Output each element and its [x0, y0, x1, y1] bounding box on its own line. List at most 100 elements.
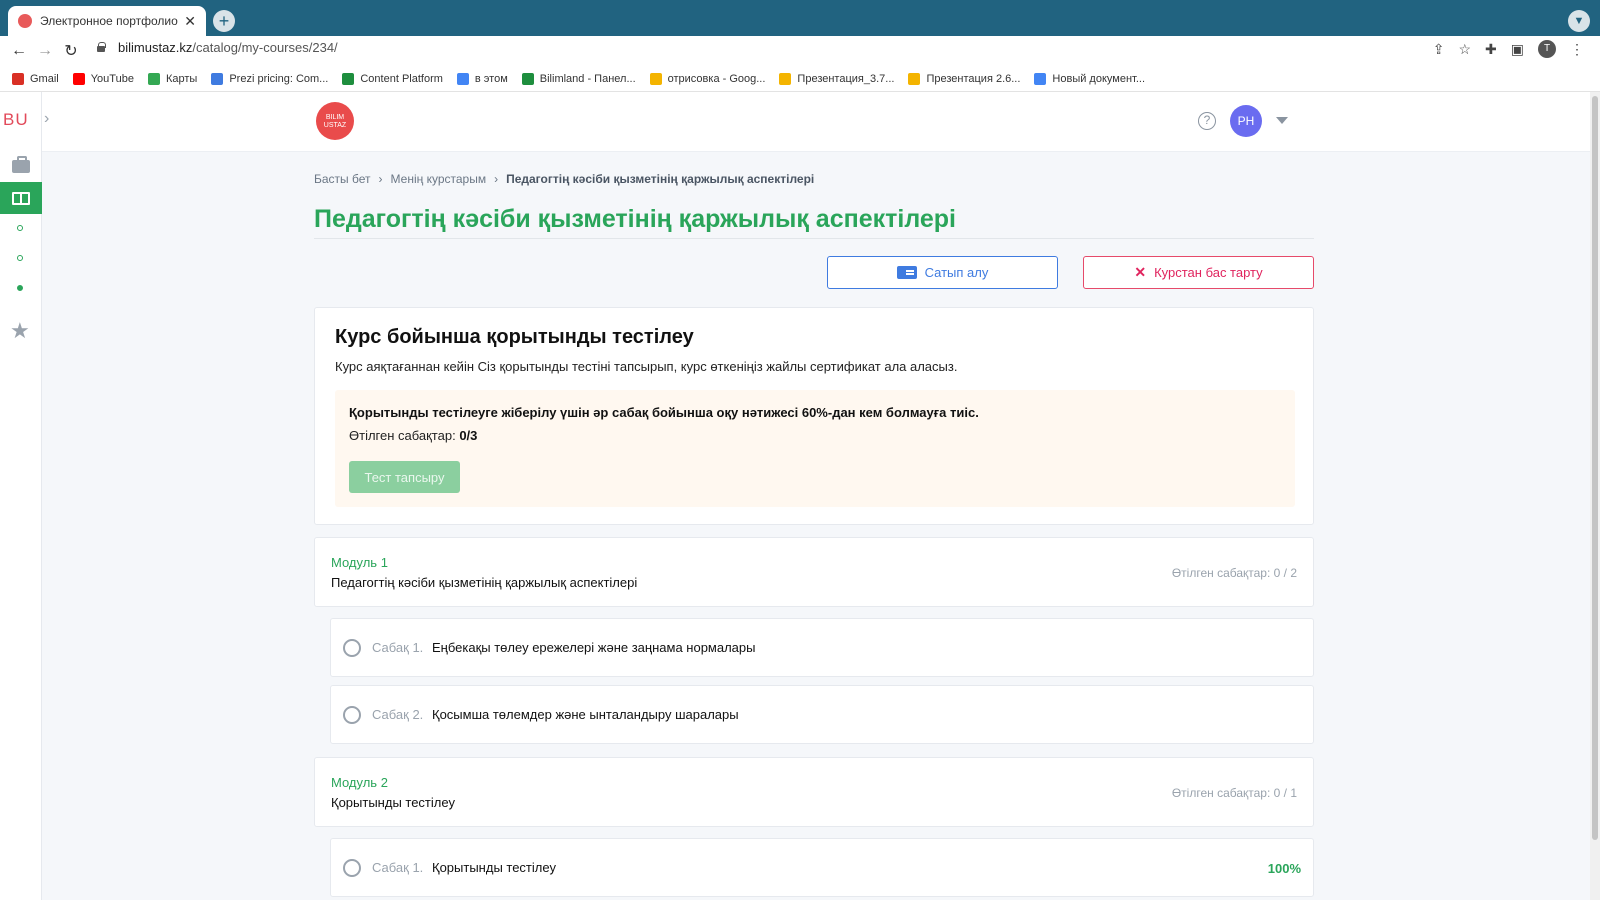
module-name: Педагогтің кәсіби қызметінің қаржылық ас… — [331, 575, 638, 590]
scrollbar-thumb[interactable] — [1592, 96, 1598, 840]
breadcrumb-home[interactable]: Басты бет — [314, 172, 371, 186]
bookmark-item[interactable]: Презентация 2.6... — [908, 72, 1021, 85]
final-test-description: Курс аяқтағаннан кейін Сіз қорытынды тес… — [335, 359, 958, 374]
browser-tab[interactable]: Электронное портфолио. Пор ✕ — [8, 6, 206, 36]
bookmarks-bar: Gmail YouTube Карты Prezi pricing: Com... Co… — [0, 66, 1600, 92]
bookmark-item[interactable]: отрисовка - Goog... — [649, 72, 766, 85]
lesson-number: Сабақ 1. — [372, 640, 424, 655]
bookmark-item[interactable]: Gmail — [12, 72, 59, 85]
sidebar-item-courses[interactable] — [0, 182, 42, 214]
lesson-score: 100% — [1267, 861, 1301, 876]
lesson-status-radio[interactable] — [343, 706, 361, 724]
cancel-course-button[interactable]: ✕ Курстан бас тарту — [1083, 256, 1314, 289]
sidebar-expand-chevron-icon[interactable]: › — [44, 110, 49, 128]
user-menu-chevron-icon[interactable] — [1276, 117, 1288, 124]
lesson-row[interactable]: Сабақ 1. Қорытынды тестілеу 100% — [330, 838, 1314, 897]
site-favicon-icon — [18, 14, 32, 28]
forward-icon[interactable]: → — [32, 42, 58, 60]
reload-icon[interactable]: ↻ — [58, 41, 84, 61]
sidebar-subitem-dot[interactable] — [17, 225, 23, 231]
new-tab-button[interactable]: + — [213, 10, 235, 32]
cancel-course-label: Курстан бас тарту — [1154, 265, 1263, 280]
close-tab-icon[interactable]: ✕ — [184, 13, 196, 30]
lesson-status-radio[interactable] — [343, 859, 361, 877]
bookmark-item[interactable]: Bilimland - Панел... — [521, 72, 636, 85]
breadcrumb: Басты бет › Менің курстарым › Педагогтің… — [314, 172, 814, 186]
bookmark-label: Content Platform — [360, 72, 443, 85]
address-bar[interactable]: bilimustaz.kz/catalog/my-courses/234/ — [96, 40, 338, 55]
bookmark-item[interactable]: Prezi pricing: Com... — [211, 72, 328, 85]
bookmark-favicon-icon — [649, 72, 662, 85]
buy-button-label: Сатып алу — [924, 265, 989, 280]
breadcrumb-separator-icon: › — [378, 172, 383, 186]
book-icon — [12, 191, 30, 205]
take-test-button[interactable]: Тест тапсыру — [349, 461, 460, 493]
module-header[interactable]: Модуль 1 Педагогтің кәсіби қызметінің қа… — [314, 537, 1314, 607]
bookmark-label: отрисовка - Goog... — [667, 72, 766, 85]
sidebar-logo[interactable]: BU — [3, 110, 29, 130]
module-name: Қорытынды тестілеу — [331, 795, 455, 810]
tab-title: Электронное портфолио. Пор — [40, 14, 179, 28]
final-test-heading: Курс бойынша қорытынды тестілеу — [335, 326, 694, 348]
bookmark-item[interactable]: Новый документ... — [1034, 72, 1146, 85]
requirement-text: Қорытынды тестілеуге жіберілу үшін әр са… — [349, 405, 979, 420]
lesson-status-radio[interactable] — [343, 639, 361, 657]
extensions-icon[interactable]: ✚ — [1485, 41, 1497, 58]
bookmark-label: Презентация 2.6... — [926, 72, 1021, 85]
side-panel-icon[interactable]: ▣ — [1511, 41, 1524, 58]
passed-lessons-line: Өтілген сабақтар: 0/3 — [349, 428, 477, 443]
bookmark-favicon-icon — [908, 72, 921, 85]
bookmark-favicon-icon — [211, 72, 224, 85]
lesson-row[interactable]: Сабақ 2. Қосымша төлемдер және ынталанды… — [330, 685, 1314, 744]
help-icon[interactable]: ? — [1198, 112, 1216, 130]
breadcrumb-my-courses[interactable]: Менің курстарым — [391, 172, 487, 186]
bookmark-item[interactable]: YouTube — [72, 72, 134, 85]
sidebar-item-portfolio[interactable] — [0, 150, 42, 182]
buy-button[interactable]: Сатып алу — [827, 256, 1058, 289]
bookmark-item[interactable]: Content Platform — [342, 72, 443, 85]
passed-lessons-value: 0/3 — [459, 428, 478, 443]
profile-avatar[interactable]: T — [1538, 40, 1556, 58]
module-label: Модуль 2 — [331, 775, 388, 790]
passed-lessons-label: Өтілген сабақтар: — [349, 428, 460, 443]
bookmark-favicon-icon — [521, 72, 534, 85]
payment-card-icon — [896, 266, 917, 279]
briefcase-icon — [12, 155, 30, 173]
breadcrumb-current: Педагогтің кәсіби қызметінің қаржылық ас… — [506, 172, 815, 186]
bookmark-favicon-icon — [342, 72, 355, 85]
requirement-notice: Қорытынды тестілеуге жіберілу үшін әр са… — [335, 390, 1295, 507]
bookmark-label: Новый документ... — [1052, 72, 1146, 85]
bookmark-label: YouTube — [90, 72, 134, 85]
lesson-name: Қорытынды тестілеу — [432, 860, 556, 875]
bookmark-item[interactable]: в этом — [456, 72, 508, 85]
browser-menu-icon[interactable]: ⋮ — [1570, 41, 1584, 58]
close-icon: ✕ — [1134, 264, 1147, 280]
bookmark-item[interactable]: Карты — [147, 72, 197, 85]
star-icon[interactable]: ★ — [10, 318, 30, 344]
back-icon[interactable]: ← — [6, 42, 32, 60]
module-header[interactable]: Модуль 2 Қорытынды тестілеу Өтілген саба… — [314, 757, 1314, 827]
page-scrollbar[interactable] — [1590, 92, 1600, 900]
bookmark-label: Gmail — [30, 72, 59, 85]
bookmark-item[interactable]: Презентация_3.7... — [779, 72, 894, 85]
user-avatar[interactable]: PH — [1230, 105, 1262, 137]
sidebar-subitem-dot-active[interactable] — [17, 285, 23, 291]
lesson-number: Сабақ 1. — [372, 860, 424, 875]
tab-search-button[interactable]: ▼ — [1568, 10, 1590, 32]
url-path: /catalog/my-courses/234/ — [192, 40, 338, 55]
share-icon[interactable]: ⇪ — [1433, 41, 1445, 58]
bookmark-favicon-icon — [779, 72, 792, 85]
lock-icon — [96, 42, 106, 53]
url-host: bilimustaz.kz — [118, 40, 193, 55]
bookmark-label: в этом — [474, 72, 508, 85]
bookmark-star-icon[interactable]: ☆ — [1458, 41, 1471, 58]
page-title: Педагогтің кәсіби қызметінің қаржылық ас… — [314, 205, 956, 233]
browser-tab-bar: Электронное портфолио. Пор ✕ + ▼ — [0, 0, 1600, 36]
bookmark-favicon-icon — [456, 72, 469, 85]
lesson-row[interactable]: Сабақ 1. Еңбекақы төлеу ережелері және з… — [330, 618, 1314, 677]
brand-logo[interactable]: BILIM USTAZ — [316, 102, 354, 140]
bookmark-label: Bilimland - Панел... — [539, 72, 636, 85]
sidebar-subitem-dot[interactable] — [17, 255, 23, 261]
module-progress: Өтілген сабақтар: 0 / 2 — [1171, 566, 1297, 580]
lesson-number: Сабақ 2. — [372, 707, 424, 722]
